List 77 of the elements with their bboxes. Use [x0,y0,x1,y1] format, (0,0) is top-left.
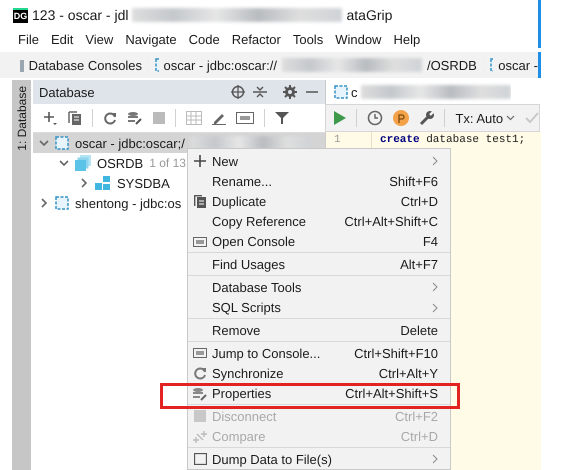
shortcut-label: Ctrl+D [400,429,438,444]
tree-item-label: SYSDBA [117,176,170,190]
file-icon [194,453,206,465]
shortcut-label: Alt+F7 [400,257,438,272]
settings-icon[interactable] [283,85,297,99]
shortcut-label: Ctrl+Alt+Shift+S [345,386,438,401]
menu-item[interactable]: Jump to Console... Ctrl+Shift+F10 [188,343,450,363]
parameter-icon[interactable] [392,110,409,126]
tree-item-label: OSRDB [97,156,144,170]
menu-item[interactable]: Copy Reference Ctrl+Alt+Shift+C [188,211,450,231]
refresh-icon [193,366,207,380]
duplicate-icon[interactable] [68,111,82,125]
menu-item[interactable]: Help [393,32,420,46]
panel-title: Database [39,84,96,100]
breadcrumb[interactable]: Database Consoles [28,58,142,72]
check-icon[interactable] [525,112,539,124]
menu-item[interactable]: Open Console F4 [188,231,450,253]
refresh-icon[interactable] [103,111,117,125]
menu-item[interactable]: Duplicate Ctrl+D [188,191,450,211]
shortcut-label: Shift+F6 [389,174,438,188]
shortcut-label: Ctrl+Alt+Shift+C [344,214,438,228]
breadcrumb[interactable]: oscar - jdbc:oscar:// [164,58,277,72]
crosshair-icon[interactable] [231,85,245,99]
menu-item[interactable]: Rename... Shift+F6 [188,171,450,191]
menu-item[interactable]: Remove Delete [188,320,450,342]
edit-icon[interactable] [212,111,226,125]
shortcut-label: Ctrl+F2 [395,408,438,424]
menu-item[interactable]: Database Tools [188,277,450,297]
collapse-icon[interactable] [253,85,267,99]
filter-icon[interactable] [275,111,289,125]
add-icon[interactable] [42,110,58,126]
menu-item[interactable]: Find Usages Alt+F7 [188,254,450,276]
menu-item[interactable]: New [188,151,450,171]
chevron-right-icon[interactable] [39,198,49,208]
run-icon[interactable] [334,111,346,125]
side-tab[interactable]: 1: Database [14,86,28,151]
item-count: 1 of 13 [149,156,186,170]
editor-tab[interactable]: c [326,80,510,104]
clock-icon[interactable] [366,110,383,126]
duplicate-icon [194,194,206,208]
shortcut-label: Delete [400,323,438,338]
menu-item[interactable]: File [18,32,39,46]
datasource-icon [55,136,69,150]
menu-item[interactable]: Window [335,32,382,46]
datasource-icon [55,196,69,210]
tree-item-label: oscar - jdbc:oscar;/ [75,136,185,150]
menu-item[interactable]: Code [188,32,220,46]
plus-icon [194,155,206,167]
window-title: 123 - oscar - jdl [32,7,128,23]
menu-item[interactable]: View [85,32,114,46]
menu-item[interactable]: Synchronize Ctrl+Alt+Y [188,363,450,383]
menu-item[interactable]: Tools [292,32,324,46]
menu-item[interactable]: Refactor [232,32,281,46]
compare-icon [193,430,207,442]
caret-icon [506,115,516,121]
menu-item[interactable]: Navigate [125,32,177,46]
shortcut-label: Ctrl+D [400,194,438,208]
menu-item[interactable]: Edit [50,32,74,46]
chevron-right-icon[interactable] [79,178,89,188]
wrench-icon[interactable] [418,110,434,126]
menu-item[interactable]: SQL Scripts [188,297,450,319]
properties-icon [192,386,208,400]
transaction-mode-dropdown[interactable]: Tx: Auto [455,110,516,126]
shortcut-label: F4 [422,234,438,249]
properties-icon[interactable] [127,111,143,125]
shortcut-label: Ctrl+Alt+Y [378,366,438,380]
code-line: create database test1; [379,134,526,146]
breadcrumb[interactable]: oscar - [498,58,538,72]
menu-item[interactable]: Dump Data to File(s) [188,449,450,469]
shortcut-label: Ctrl+Shift+F10 [354,346,438,360]
database-icon [75,155,91,171]
schema-icon [95,176,111,190]
breadcrumb[interactable]: /OSRDB [426,58,477,72]
stop-icon [194,410,206,422]
app-logo: DG [13,8,28,22]
window-title: ataGrip [346,7,392,23]
tree-item-label: shentong - jdbc:os [75,196,182,210]
